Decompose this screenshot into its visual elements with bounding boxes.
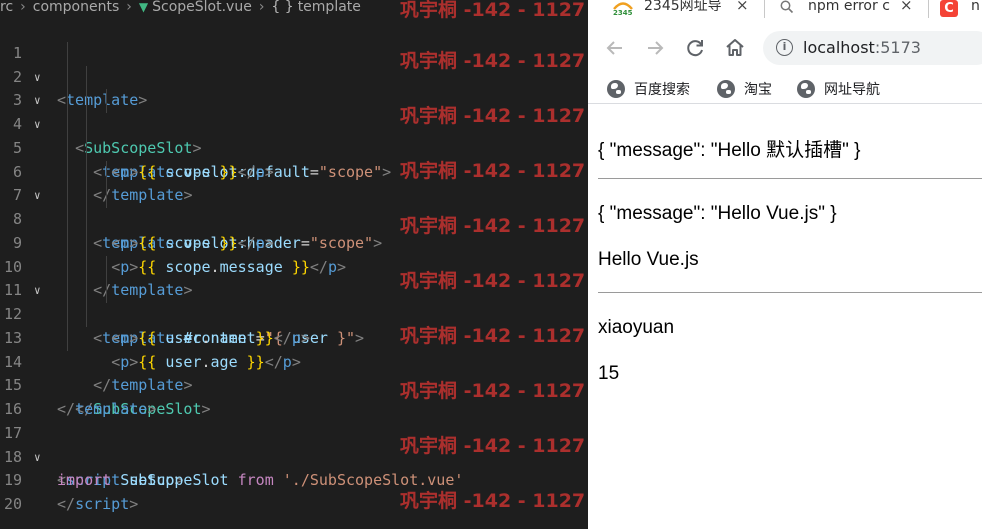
default-slot-output: { "message": "Hello 默认插槽" } (598, 140, 861, 161)
tag-name: script (75, 495, 130, 513)
reload-icon[interactable] (683, 36, 707, 60)
breadcrumb-separator-icon: › (258, 0, 265, 15)
tab-strip: 2345 2345网址导 × npm error c × C n (588, 0, 982, 22)
divider (598, 178, 982, 179)
search-icon (780, 0, 794, 14)
code-line[interactable]: 5 </template> (0, 113, 588, 204)
code-editor[interactable]: rc › components › ▼ ScopeSlot.vue › { } template… (0, 0, 588, 529)
tab-title: n (971, 0, 980, 14)
code-line[interactable]: 18 import SubScopeSlot from './SubScopeS… (0, 422, 588, 490)
globe-icon (717, 80, 735, 98)
code-line[interactable]: 19 </script> (0, 446, 588, 513)
back-icon[interactable] (603, 36, 627, 60)
breadcrumb-item-components[interactable]: components (33, 0, 120, 14)
code-line[interactable]: 14 </SubScopeSlot> (0, 326, 588, 418)
divider (598, 292, 982, 293)
url-port: :5173 (874, 38, 921, 57)
code-line[interactable]: 9 </template> (0, 208, 588, 299)
user-name-output: xiaoyuan (598, 317, 675, 338)
home-icon[interactable] (723, 36, 747, 60)
vue-file-icon: ▼ (138, 0, 149, 14)
code-line[interactable]: 2 ∨ <SubScopeSlot> (0, 41, 588, 157)
bookmark-taobao[interactable]: 淘宝 (717, 80, 772, 100)
browser-window: 2345 2345网址导 × npm error c × C n i local… (588, 0, 982, 529)
breadcrumb: rc › components › ▼ ScopeSlot.vue › { } template (0, 0, 588, 16)
close-icon[interactable]: × (900, 0, 913, 13)
bookmark-label: 淘宝 (744, 82, 772, 98)
breadcrumb-separator-icon: › (20, 0, 26, 15)
bookmark-baidu[interactable]: 百度搜索 (607, 80, 690, 100)
url-text[interactable]: localhost:5173 (803, 38, 921, 57)
globe-icon (797, 80, 815, 98)
c-favicon-icon: C (940, 0, 958, 17)
breadcrumb-separator-icon: › (126, 0, 132, 15)
url-host: localhost (803, 38, 875, 57)
code-line[interactable]: 13 </template> (0, 303, 588, 394)
code-line[interactable]: 16 (0, 374, 588, 418)
breadcrumb-item-symbol[interactable]: template (298, 0, 361, 14)
tab-npm-error[interactable]: npm error c × (768, 0, 926, 22)
navigation-bar: i localhost:5173 (588, 26, 982, 70)
code-line[interactable]: 4 <p>{{ scope }}</p> (0, 89, 588, 181)
info-icon[interactable]: i (776, 39, 793, 56)
page-content: { "message": "Hello 默认插槽" } { "message":… (588, 105, 982, 529)
code-line[interactable]: 6 ∨ <template v-slot:header="scope"> (0, 136, 588, 252)
breadcrumb-item-file[interactable]: ScopeSlot.vue (152, 0, 252, 14)
code-line[interactable]: 10 ∨ <template #content="{ user }"> (0, 231, 588, 347)
header-message-output: Hello Vue.js (598, 249, 699, 270)
user-age-output: 15 (598, 363, 620, 384)
code-line[interactable]: 17 ∨ <script setup> (0, 398, 588, 490)
tab-title: npm error c (808, 0, 890, 14)
code-line[interactable]: 3 ∨ <template v-slot:default="scope"> (0, 65, 588, 181)
bookmarks-bar: 百度搜索 淘宝 网址导航 (588, 74, 982, 104)
bookmark-label: 网址导航 (824, 82, 880, 98)
breadcrumb-item-folder[interactable]: rc (0, 0, 13, 14)
line-number: 20 (3, 495, 22, 513)
2345-favicon-text: 2345 (613, 9, 633, 16)
2345-favicon-icon: 2345 (613, 2, 633, 16)
bookmark-label: 百度搜索 (634, 82, 690, 98)
tab-2345[interactable]: 2345 2345网址导 × (588, 0, 758, 22)
code-line[interactable]: 7 <p>{{ scope }}</p> (0, 160, 588, 252)
code-line[interactable]: 11 <p>{{ user.name }}</p> (0, 255, 588, 347)
address-bar[interactable]: i localhost:5173 (763, 31, 982, 65)
code-line[interactable]: 1 ∨ <template> (0, 18, 588, 110)
globe-icon (607, 80, 625, 98)
code-line[interactable]: 15 </template> (0, 351, 588, 418)
braces-icon: { } (271, 0, 294, 15)
code-area[interactable]: 1 ∨ <template> 2 ∨ <SubScopeSlot> 3 ∨ <t… (0, 18, 588, 513)
bookmark-nav[interactable]: 网址导航 (797, 80, 880, 100)
code-line[interactable]: 12 <p>{{ user.age }}</p> (0, 279, 588, 371)
code-line[interactable]: 20 (0, 469, 588, 513)
forward-icon[interactable] (643, 36, 667, 60)
header-scope-output: { "message": "Hello Vue.js" } (598, 203, 837, 224)
code-line[interactable]: 8 <p>{{ scope.message }}</p> (0, 184, 588, 276)
close-icon[interactable]: × (736, 0, 749, 13)
tab-title: 2345网址导 (644, 0, 722, 14)
